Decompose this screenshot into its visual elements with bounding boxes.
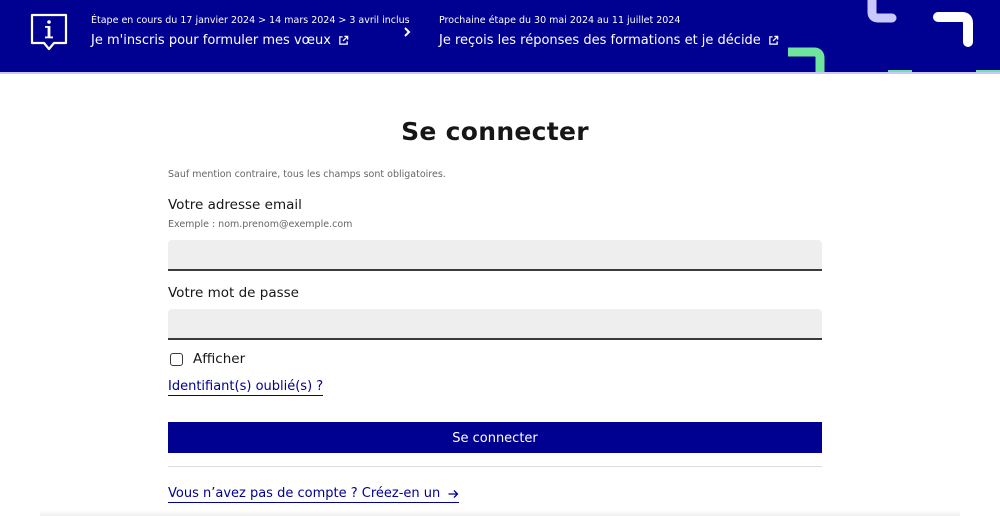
page-title: Se connecter: [401, 117, 589, 146]
next-step-link-label: Je reçois les réponses des formations et…: [439, 33, 761, 48]
footer-shadow: [40, 510, 960, 516]
password-label: Votre mot de passe: [168, 285, 299, 301]
password-input[interactable]: [168, 309, 822, 340]
email-label: Votre adresse email: [168, 197, 302, 213]
required-fields-notice: Sauf mention contraire, tous les champs …: [168, 169, 446, 180]
login-button[interactable]: Se connecter: [168, 422, 822, 453]
next-step-link[interactable]: Je reçois les réponses des formations et…: [439, 32, 779, 49]
next-step: Prochaine étape du 30 mai 2024 au 11 jui…: [439, 14, 779, 49]
create-account-link[interactable]: Vous n’avez pas de compte ? Créez-en un: [168, 485, 460, 503]
steps-banner: Étape en cours du 17 janvier 2024 > 14 m…: [0, 0, 1000, 73]
separator: [168, 466, 822, 467]
info-speech-icon: [30, 13, 68, 51]
show-password-toggle[interactable]: Afficher: [170, 350, 245, 368]
create-account-label: Vous n’avez pas de compte ? Créez-en un: [168, 486, 441, 501]
chevron-right-icon: [404, 27, 411, 37]
next-step-caption: Prochaine étape du 30 mai 2024 au 11 jui…: [439, 15, 681, 26]
arrow-right-icon: [448, 489, 459, 498]
external-link-icon: [769, 35, 779, 45]
banner-divider: [0, 72, 1000, 74]
current-step-link-label: Je m'inscris pour formuler mes vœux: [91, 33, 331, 48]
email-input[interactable]: [168, 240, 822, 271]
external-link-icon: [339, 35, 349, 45]
show-password-checkbox[interactable]: [170, 352, 183, 366]
current-step-link[interactable]: Je m'inscris pour formuler mes vœux: [91, 32, 410, 49]
show-password-label: Afficher: [193, 351, 246, 367]
email-hint: Exemple : nom.prenom@exemple.com: [168, 219, 353, 230]
current-step-caption: Étape en cours du 17 janvier 2024 > 14 m…: [91, 15, 410, 26]
forgot-credentials-link[interactable]: Identifiant(s) oublié(s) ?: [168, 378, 324, 396]
decorative-shapes: [788, 0, 1000, 73]
current-step: Étape en cours du 17 janvier 2024 > 14 m…: [91, 14, 410, 49]
